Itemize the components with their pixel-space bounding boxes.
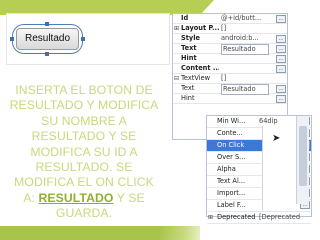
instruction-line: RESULTADO Y SE [31, 129, 137, 144]
property-name: Content ... [181, 64, 219, 72]
resultado-button[interactable]: Resultado [16, 28, 79, 50]
instruction-line: GUARDA. [55, 206, 113, 221]
property-name: Text [181, 84, 195, 92]
resize-handle[interactable] [81, 37, 85, 41]
property-name: Hint [181, 94, 195, 102]
property-name: Import... [217, 189, 246, 197]
property-name: Hint [181, 54, 197, 62]
property-row[interactable]: ⊞Deprecated[Deprecated ... [207, 212, 311, 224]
property-name: Min Wi... [217, 117, 246, 125]
instruction-line: INSERTA EL BOTON DE [15, 83, 153, 97]
property-name: Alpha [217, 165, 236, 173]
instruction-line: SU NOMBRE A [41, 113, 127, 128]
scrollbar-thumb[interactable] [299, 126, 307, 186]
property-value[interactable]: @+id/butt... [221, 14, 265, 23]
resize-handle[interactable] [45, 22, 49, 26]
instruction-text: INSERTA EL BOTON DE RESULTADO Y MODIFICA… [4, 83, 164, 222]
property-value[interactable]: [] [221, 24, 265, 33]
property-value[interactable]: [] [221, 74, 265, 83]
ellipsis-button[interactable]: … [276, 35, 286, 43]
property-name: Layout P... [181, 24, 219, 32]
property-row[interactable]: ⊞ Layout P...[] [173, 24, 287, 34]
expand-toggle-icon[interactable]: ⊞ [207, 212, 214, 223]
instruction-suffix: Y SE [113, 190, 145, 205]
property-row[interactable]: Id @+id/butt... … [173, 14, 287, 24]
property-name: Id [181, 14, 189, 22]
property-name: On Click [217, 141, 245, 149]
property-name: Over S... [217, 153, 246, 161]
property-value[interactable]: [Deprecated ... [259, 212, 303, 223]
properties-scrollbar[interactable] [296, 116, 309, 204]
property-name: Label F... [217, 201, 246, 209]
resize-handle[interactable] [10, 37, 14, 41]
keyword-resultado: RESULTADO [38, 190, 114, 205]
property-name: TextView [181, 74, 210, 82]
property-name: Deprecated [217, 213, 256, 221]
property-name: Conte... [217, 129, 243, 137]
property-row[interactable]: Content ... … [173, 64, 287, 74]
instruction-line: MODIFICA SU ID A [30, 144, 138, 159]
instruction-line: RESULTADO Y MODIFICA [9, 98, 159, 113]
property-row[interactable]: Text Resultado… [173, 44, 287, 55]
property-row[interactable]: Style android:b... … [173, 34, 287, 44]
property-row[interactable]: Hint … [173, 94, 287, 104]
property-row[interactable]: Text Resultado… [173, 84, 287, 95]
ellipsis-button[interactable]: … [276, 95, 286, 103]
expand-toggle-icon[interactable]: ⊟ [173, 74, 180, 83]
property-name: Style [181, 34, 200, 42]
pointer-cursor-icon: ➤ [272, 133, 281, 144]
ellipsis-button[interactable]: … [276, 65, 286, 73]
property-name: Text Al... [217, 177, 246, 185]
instruction-prefix: A: [23, 190, 39, 205]
layout-canvas-preview[interactable]: Resultado [6, 13, 170, 65]
ellipsis-button[interactable]: … [276, 85, 286, 93]
expand-toggle-icon[interactable]: ⊞ [173, 24, 180, 33]
instruction-line: MODIFICA EL ON CLICK [14, 175, 154, 190]
instruction-line: A: RESULTADO Y SE [4, 191, 164, 206]
ellipsis-button[interactable]: … [276, 55, 286, 63]
property-row[interactable]: ⊟ TextView [] [173, 74, 287, 84]
decorative-bottom-shape [0, 226, 200, 240]
property-value[interactable]: android:b... [221, 34, 265, 43]
property-row[interactable]: Hint … [173, 54, 287, 64]
ellipsis-button[interactable]: … [276, 15, 286, 23]
ellipsis-button[interactable]: … [276, 45, 286, 53]
resize-handle[interactable] [45, 52, 49, 56]
property-name: Text [181, 44, 197, 52]
instruction-line: RESULTADO. SE [35, 160, 133, 175]
